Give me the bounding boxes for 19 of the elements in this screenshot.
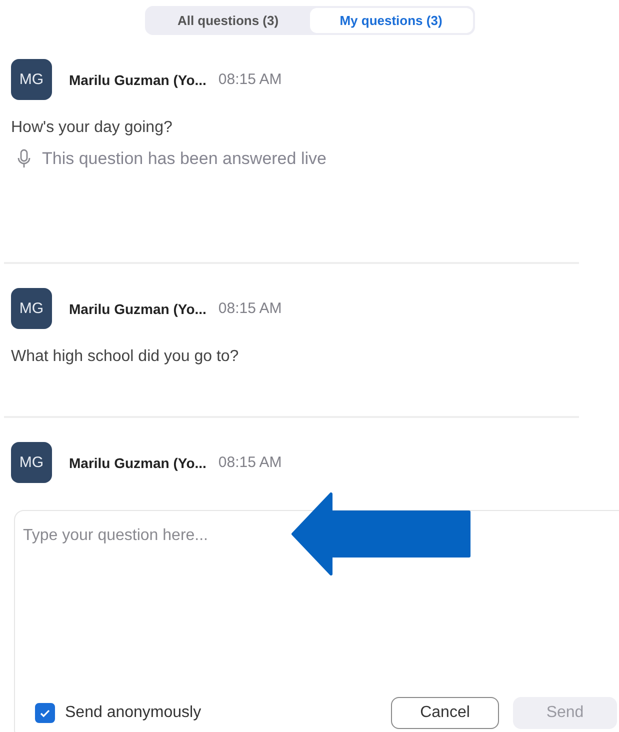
question-text: What high school did you go to?: [11, 348, 240, 366]
action-button[interactable]: Cancel: [391, 697, 499, 729]
avatar: MG: [11, 442, 52, 483]
tab[interactable]: All questions (3): [146, 8, 310, 33]
status-text: This question has been answered live: [42, 149, 326, 169]
timestamp: 08:15 AM: [218, 454, 282, 471]
checkbox-label: Send anonymously: [65, 704, 202, 722]
arrow-icon: [291, 492, 473, 576]
checkbox[interactable]: [35, 703, 55, 723]
avatar: MG: [11, 59, 52, 100]
author-name: Marilu Guzman (Yo...: [69, 72, 206, 88]
microphone-icon: [17, 149, 31, 169]
author-name: Marilu Guzman (Yo...: [69, 454, 206, 470]
timestamp: 08:15 AM: [218, 300, 282, 317]
question-text: How's your day going?: [11, 119, 174, 137]
author-name: Marilu Guzman (Yo...: [69, 300, 206, 316]
timestamp: 08:15 AM: [218, 71, 282, 88]
avatar: MG: [11, 288, 52, 329]
tab[interactable]: My questions (3): [310, 8, 472, 33]
